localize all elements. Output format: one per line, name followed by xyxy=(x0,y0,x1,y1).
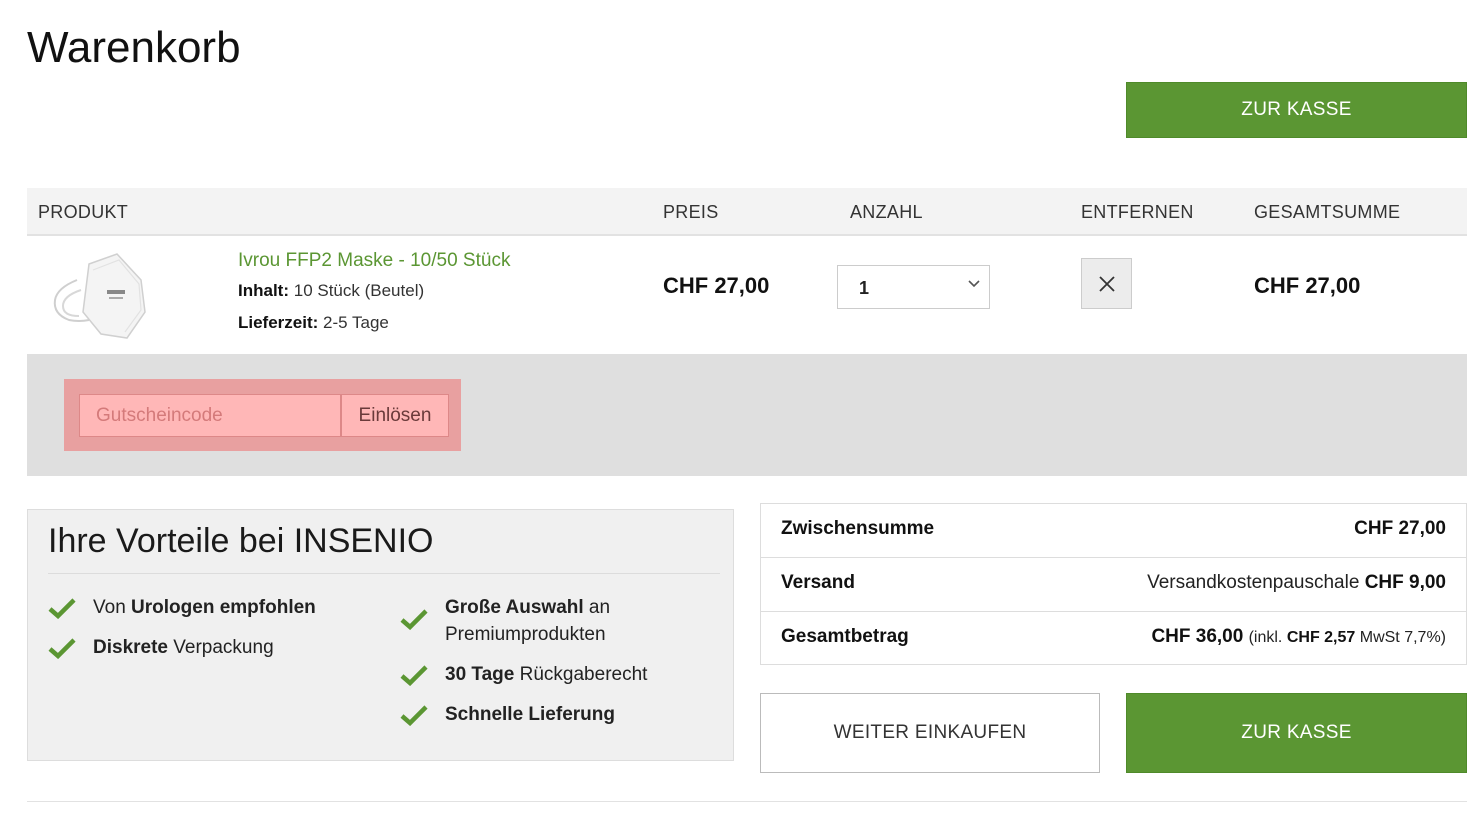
benefit-item: Schnelle Lieferung xyxy=(445,704,615,725)
content-value: 10 Stück (Beutel) xyxy=(293,281,425,300)
checkmark-icon xyxy=(400,705,428,726)
grand-total-row: Gesamtbetrag CHF 36,00 (inkl. CHF 2,57 M… xyxy=(761,612,1466,666)
divider xyxy=(48,573,720,574)
benefit-item: Von Urologen empfohlen xyxy=(93,597,316,618)
cart-table-header: PRODUKT PREIS ANZAHL ENTFERNEN GESAMTSUM… xyxy=(27,188,1467,236)
header-product: PRODUKT xyxy=(38,202,129,222)
checkout-button-top[interactable]: ZUR KASSE xyxy=(1126,82,1467,138)
checkmark-icon xyxy=(400,665,428,686)
product-delivery-line: Lieferzeit: 2-5 Tage xyxy=(238,313,389,333)
redeem-coupon-button[interactable]: Einlösen xyxy=(341,394,449,437)
content-label: Inhalt: xyxy=(238,281,289,300)
checkout-button-bottom[interactable]: ZUR KASSE xyxy=(1126,693,1467,773)
benefits-box: Ihre Vorteile bei INSENIO Von Urologen e… xyxy=(27,509,734,761)
quantity-select[interactable]: 1 xyxy=(837,265,990,309)
remove-item-button[interactable] xyxy=(1081,258,1132,309)
checkmark-icon xyxy=(48,638,76,659)
shipping-value: Versandkostenpauschale CHF 9,00 xyxy=(1147,572,1446,593)
divider xyxy=(27,801,1467,802)
ffp2-mask-image[interactable] xyxy=(49,250,149,340)
header-price: PREIS xyxy=(663,202,719,222)
grand-total-value: CHF 36,00 (inkl. CHF 2,57 MwSt 7,7%) xyxy=(1151,626,1446,647)
product-content-line: Inhalt: 10 Stück (Beutel) xyxy=(238,281,424,301)
delivery-label: Lieferzeit: xyxy=(238,313,319,332)
subtotal-value: CHF 27,00 xyxy=(1354,518,1446,539)
checkout-button-label: ZUR KASSE xyxy=(1241,99,1352,120)
header-remove: ENTFERNEN xyxy=(1081,202,1194,222)
subtotal-row: Zwischensumme CHF 27,00 xyxy=(761,504,1466,558)
benefit-item: Große Auswahl an Premiumprodukten xyxy=(445,597,611,645)
subtotal-label: Zwischensumme xyxy=(781,518,935,539)
item-price: CHF 27,00 xyxy=(663,273,770,298)
benefits-title: Ihre Vorteile bei INSENIO xyxy=(48,522,434,560)
continue-shopping-label: WEITER EINKAUFEN xyxy=(833,722,1027,743)
checkmark-icon xyxy=(48,598,76,619)
coupon-code-input[interactable]: Gutscheincode xyxy=(79,394,341,437)
quantity-value: 1 xyxy=(859,278,870,298)
benefit-item: 30 Tage Rückgaberecht xyxy=(445,664,648,685)
header-quantity: ANZAHL xyxy=(850,202,923,222)
order-totals: Zwischensumme CHF 27,00 Versand Versandk… xyxy=(760,503,1467,665)
coupon-section: Gutscheincode Einlösen xyxy=(27,354,1467,476)
continue-shopping-button[interactable]: WEITER EINKAUFEN xyxy=(760,693,1100,773)
checkout-button-label: ZUR KASSE xyxy=(1241,722,1352,743)
checkmark-icon xyxy=(400,609,428,630)
grand-total-label: Gesamtbetrag xyxy=(781,626,909,647)
page-title: Warenkorb xyxy=(27,23,241,72)
delivery-value: 2-5 Tage xyxy=(323,313,389,332)
header-total: GESAMTSUMME xyxy=(1254,202,1401,222)
product-name-link[interactable]: Ivrou FFP2 Maske - 10/50 Stück xyxy=(238,250,510,272)
coupon-highlight: Gutscheincode Einlösen xyxy=(64,379,461,451)
item-total: CHF 27,00 xyxy=(1254,273,1361,298)
benefit-item: Diskrete Verpackung xyxy=(93,637,274,658)
shipping-row: Versand Versandkostenpauschale CHF 9,00 xyxy=(761,558,1466,612)
chevron-down-icon xyxy=(968,280,980,288)
close-icon xyxy=(1098,275,1115,292)
cart-item-row: Ivrou FFP2 Maske - 10/50 Stück Inhalt: 1… xyxy=(27,236,1467,354)
shipping-label: Versand xyxy=(781,572,855,593)
